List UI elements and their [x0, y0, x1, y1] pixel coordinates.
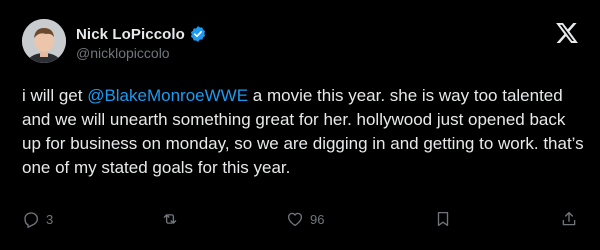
- verified-badge-icon: [190, 26, 205, 42]
- reply-button[interactable]: 3: [22, 207, 53, 231]
- author-name-row: Nick LoPiccolo: [76, 25, 207, 43]
- bookmark-icon: [437, 211, 449, 227]
- like-button[interactable]: 96: [286, 207, 324, 231]
- share-button[interactable]: [560, 207, 578, 231]
- avatar[interactable]: [22, 19, 66, 63]
- x-logo-icon[interactable]: [556, 23, 578, 43]
- avatar-image: [22, 19, 66, 63]
- author-display-name[interactable]: Nick LoPiccolo: [76, 26, 185, 43]
- retweet-button[interactable]: [161, 207, 185, 231]
- reply-count: 3: [46, 211, 54, 227]
- bookmark-button[interactable]: [434, 207, 452, 231]
- reply-icon: [24, 212, 39, 228]
- heart-icon: [287, 212, 303, 227]
- action-bar: 3 96: [0, 207, 600, 231]
- like-count: 96: [310, 211, 325, 227]
- tweet-text: i will get @BlakeMonroeWWE a movie this …: [22, 84, 588, 180]
- mention-link[interactable]: @BlakeMonroeWWE: [87, 86, 248, 105]
- share-icon: [562, 211, 576, 226]
- author-handle[interactable]: @nicklopiccolo: [76, 45, 170, 61]
- tweet-card: Nick LoPiccolo @nicklopiccolo i will get…: [0, 0, 600, 250]
- retweet-icon: [163, 214, 177, 224]
- tweet-text-before: i will get: [22, 86, 88, 105]
